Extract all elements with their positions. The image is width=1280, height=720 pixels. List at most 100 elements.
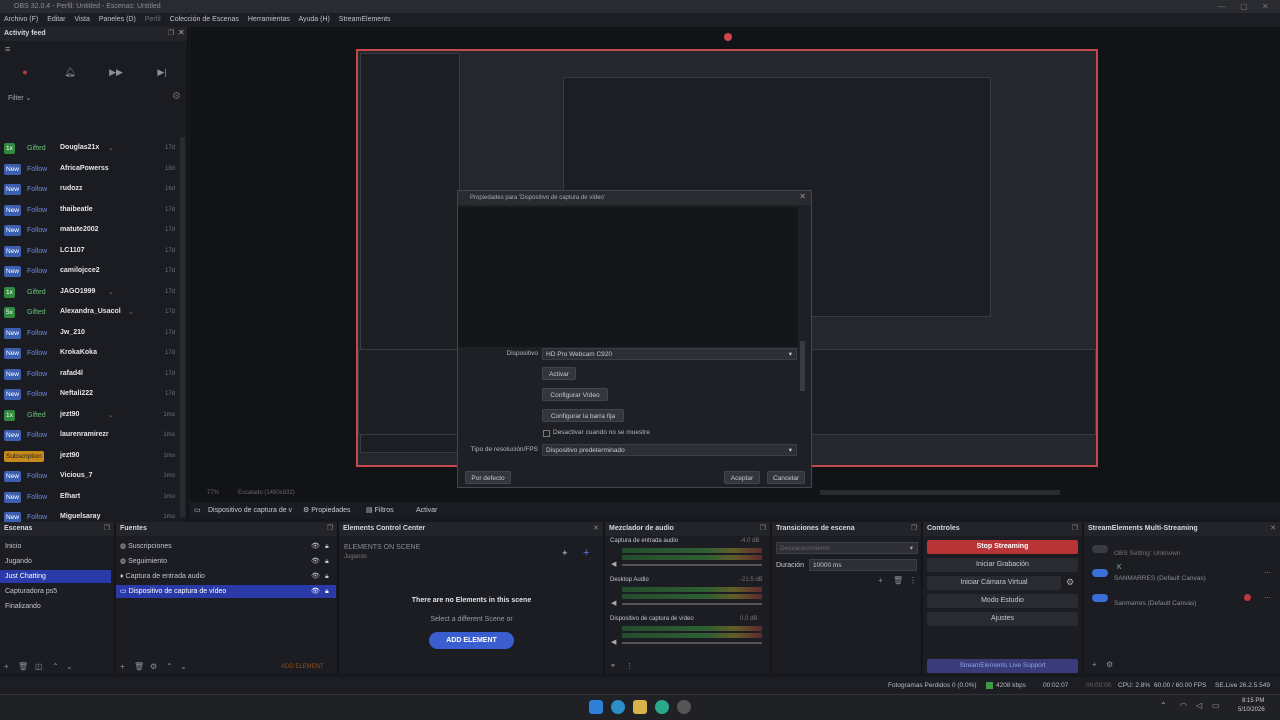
feed-row[interactable]: New Follow AfricaPowerss 18d (0, 160, 180, 180)
scene-item[interactable]: Just Chatting (0, 570, 111, 583)
eye-icon[interactable]: 👁︎ (311, 585, 320, 598)
float-icon[interactable]: ❐ (1072, 522, 1078, 536)
accept-button[interactable]: Aceptar (724, 471, 760, 484)
resolution-select[interactable]: Dispositivo predeterminado ▾ (542, 444, 797, 456)
move-down-icon[interactable]: ⌄ (180, 662, 187, 671)
menu-dots-icon[interactable]: ⋮ (909, 576, 917, 585)
float-icon[interactable]: ❐ (911, 522, 917, 536)
skip-icon[interactable]: ▶▶ (101, 67, 131, 81)
deactivate-checkbox[interactable] (543, 430, 550, 437)
add-icon[interactable]: + (4, 662, 9, 671)
feed-row[interactable]: New Follow laurenramirezr 1mo (0, 426, 180, 446)
activate-strip-button[interactable]: Activar (416, 502, 437, 519)
wifi-icon[interactable]: ◠ (1180, 701, 1187, 710)
add-element-link[interactable]: ADD ELEMENT (281, 664, 324, 670)
source-item[interactable]: ▭ Dispositivo de captura de vídeo 👁︎ 🔒︎ (116, 585, 336, 598)
volume-slider[interactable] (622, 603, 762, 605)
source-item[interactable]: ◍ Suscripciones 👁︎ 🔒︎ (116, 540, 336, 553)
add-icon[interactable]: + (878, 576, 883, 585)
transition-select[interactable]: Desvanecimiento ▾ (776, 542, 918, 554)
minimize-icon[interactable]: — (1218, 0, 1226, 13)
move-up-icon[interactable]: ⌃ (166, 662, 173, 671)
feed-row[interactable]: New Follow Efhart 1mo (0, 488, 180, 508)
configure-bar-button[interactable]: Configurar la barra fija (542, 409, 624, 422)
feed-row[interactable]: New Follow Vicious_7 1mo (0, 467, 180, 487)
feed-row[interactable]: 1x Gifted jezt90 ⌄ 1mo (0, 406, 180, 426)
add-icon[interactable]: + (1092, 660, 1097, 669)
file-explorer-icon[interactable] (633, 700, 647, 714)
sparkle-icon[interactable]: ✦ (561, 548, 569, 559)
chevron-down-icon[interactable]: ⌄ (108, 288, 114, 296)
feed-row[interactable]: New Follow rudozz 16d (0, 180, 180, 200)
device-select[interactable]: HD Pro Webcam C920 ▾ (542, 348, 797, 360)
filter-dropdown[interactable]: Filter ⌄ (8, 94, 31, 102)
menu-view[interactable]: Vista (74, 16, 89, 23)
hamburger-icon[interactable]: ≡ (5, 44, 10, 54)
menu-streamelements[interactable]: StreamElements (339, 16, 391, 23)
feed-row[interactable]: 1x Gifted Douglas21x ⌄ 17d (0, 139, 180, 159)
menu-edit[interactable]: Editar (47, 16, 65, 23)
chevron-down-icon[interactable]: ⌄ (108, 411, 114, 419)
settings-button[interactable]: Ajustes (927, 612, 1078, 626)
menu-dots-icon[interactable]: ⋯ (1264, 569, 1271, 577)
start-virtual-camera-button[interactable]: Iniciar Cámara Virtual (927, 576, 1061, 590)
speaker-icon[interactable]: ◀ (611, 638, 616, 646)
link-icon[interactable]: ⚭ (610, 662, 616, 670)
add-element-button[interactable]: ADD ELEMENT (429, 632, 514, 649)
source-item[interactable]: ♦ Captura de entrada audio 👁︎ 🔒︎ (116, 570, 336, 583)
close-icon[interactable]: ✕ (593, 522, 599, 536)
lock-icon[interactable]: 🔒︎ (325, 570, 329, 583)
trash-icon[interactable]: 🗑︎ (134, 662, 144, 671)
move-down-icon[interactable]: ⌄ (66, 662, 73, 671)
feed-row[interactable]: New Follow thaibeatle 17d (0, 201, 180, 221)
scene-item[interactable]: Capturadora ps5 (0, 585, 111, 598)
move-up-icon[interactable]: ⌃ (52, 662, 59, 671)
menu-dots-icon[interactable]: ⋯ (1264, 594, 1271, 602)
cancel-button[interactable]: Cancelar (767, 471, 805, 484)
clock-date[interactable]: 5/10/2026 (1238, 707, 1265, 713)
menu-help[interactable]: Ayuda (H) (298, 16, 329, 23)
start-recording-button[interactable]: Iniciar Grabación (927, 558, 1078, 572)
menu-tools[interactable]: Herramientas (248, 16, 290, 23)
maximize-icon[interactable]: ▢ (1240, 0, 1248, 13)
close-icon[interactable]: ✕ (799, 192, 806, 201)
float-icon[interactable]: ❐ (104, 522, 110, 536)
add-icon[interactable]: + (583, 547, 589, 559)
feed-row[interactable]: New Follow matute2002 17d (0, 221, 180, 241)
filters-button[interactable]: ▤ Filtros (366, 502, 394, 519)
defaults-button[interactable]: Por defecto (465, 471, 511, 484)
float-icon[interactable]: ❐ (168, 29, 174, 37)
feed-row[interactable]: New Follow Neftali222 17d (0, 385, 180, 405)
float-icon[interactable]: ❐ (327, 522, 333, 536)
menu-scene-collection[interactable]: Colección de Escenas (170, 16, 239, 23)
duration-input[interactable]: 10000 ms (809, 559, 917, 571)
feed-row[interactable]: 5x Gifted Alexandra_Usacol ⌄ 17d (0, 303, 180, 323)
menu-dots-icon[interactable]: ⋮ (626, 662, 633, 670)
chevron-down-icon[interactable]: ⌄ (128, 308, 134, 316)
gear-icon[interactable]: ⚙ (150, 662, 157, 671)
bell-icon[interactable]: 🔔︎ (55, 67, 85, 81)
record-icon[interactable]: ● (10, 67, 40, 81)
streamelements-icon[interactable] (655, 700, 669, 714)
feed-row[interactable]: New Follow KrokaKoka 17d (0, 344, 180, 364)
lock-icon[interactable]: 🔒︎ (325, 540, 329, 553)
close-icon[interactable]: ✕ (178, 28, 185, 37)
tray-chevron-icon[interactable]: ⌃ (1160, 701, 1167, 710)
studio-mode-button[interactable]: Modo Estudio (927, 594, 1078, 608)
gear-icon[interactable]: ⚙ (172, 91, 181, 102)
eye-icon[interactable]: 👁︎ (311, 555, 320, 568)
scene-item[interactable]: Inicio (0, 540, 111, 553)
speaker-icon[interactable]: ◀ (611, 560, 616, 568)
feed-row[interactable]: New Follow rafad4l 17d (0, 365, 180, 385)
windows-start-icon[interactable] (589, 700, 603, 714)
feed-row[interactable]: New Follow LC1107 17d (0, 242, 180, 262)
menu-file[interactable]: Archivo (F) (4, 16, 38, 23)
float-icon[interactable]: ❐ (760, 522, 766, 536)
menu-docks[interactable]: Paneles (D) (99, 16, 136, 23)
menu-profile[interactable]: Perfil (145, 16, 161, 23)
scene-item[interactable]: Finalizando (0, 600, 111, 613)
scene-item[interactable]: Jugando (0, 555, 111, 568)
gear-icon[interactable]: ⚙ (1066, 577, 1074, 588)
feed-row[interactable]: New Follow Jw_210 17d (0, 324, 180, 344)
obs-icon[interactable] (677, 700, 691, 714)
